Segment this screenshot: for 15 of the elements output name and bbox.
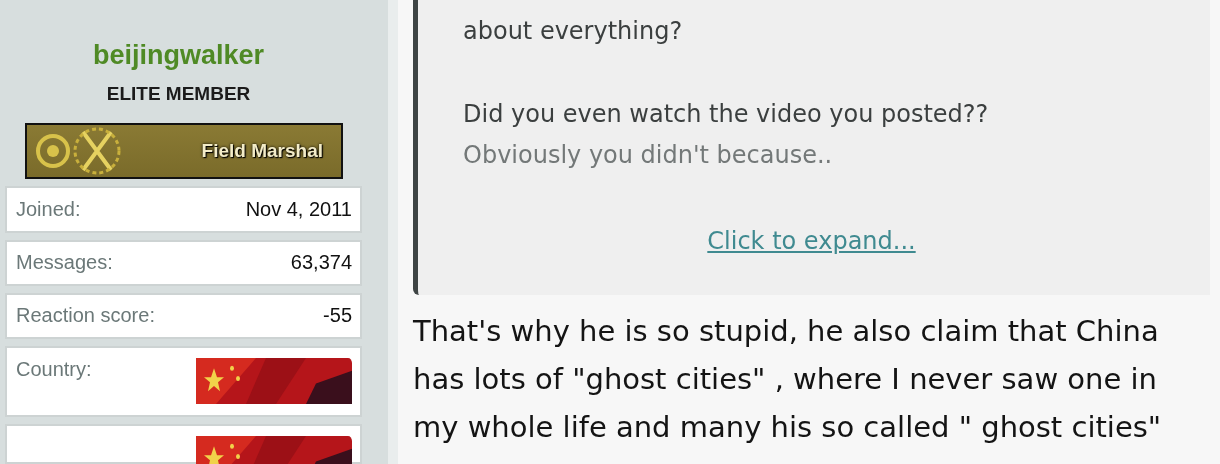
- quote-text: Did you even watch the video you posted??: [463, 99, 990, 130]
- stat-value: -55: [323, 304, 352, 328]
- expand-link[interactable]: Click to expand...: [707, 227, 916, 255]
- post-text: That's why he is so stupid, he also claim that China has lots of "ghost cities" , where I never saw one in my whole life and many his so called " ghost cities": [413, 313, 1163, 446]
- quote-text: about everything?: [463, 16, 684, 47]
- stat-value: 63,374: [290, 251, 352, 275]
- stat-label: Messages:: [16, 251, 113, 275]
- quote-text: Obviously you didn't because..: [463, 140, 834, 171]
- rank-banner: Field Marshal: [25, 123, 343, 180]
- stat-label: Reaction score:: [16, 304, 155, 328]
- user-title: ELITE MEMBER: [105, 83, 252, 105]
- username-link[interactable]: beijingwalker: [5, 40, 352, 71]
- stat-value: Nov 4, 2011: [245, 198, 352, 221]
- stat-label: Joined:: [16, 198, 81, 221]
- stat-label: Country:: [16, 357, 92, 381]
